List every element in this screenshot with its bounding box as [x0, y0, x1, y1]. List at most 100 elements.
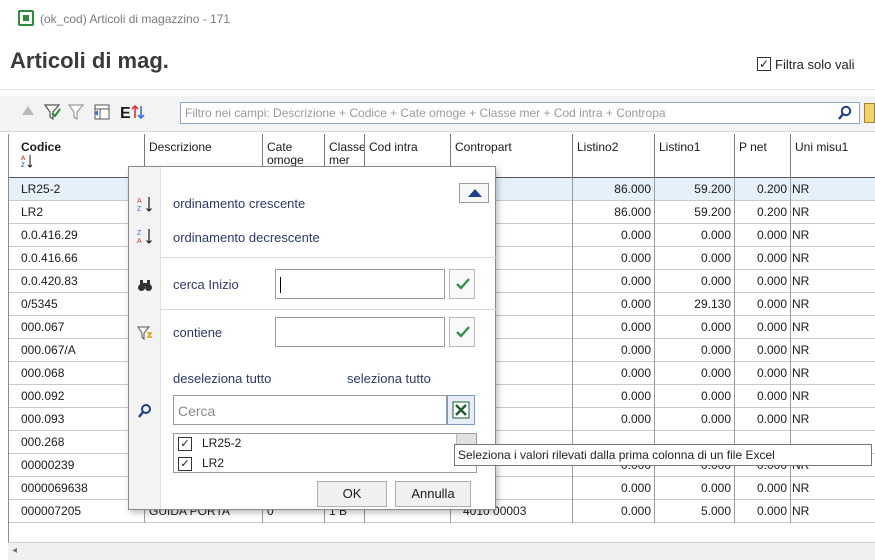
value-list[interactable]: ✓ LR25-2 ✓ LR2	[173, 433, 477, 473]
table-cell-l2[interactable]: 0.000	[573, 385, 655, 408]
table-cell-pnet[interactable]: 0.000	[735, 362, 791, 385]
table-cell-codice[interactable]: 000.093	[17, 408, 145, 431]
sort-descending-icon[interactable]: ZA	[137, 228, 153, 245]
table-cell-codice[interactable]: 0.0.416.29	[17, 224, 145, 247]
table-cell-l1[interactable]: 29.130	[655, 293, 735, 316]
table-cell-pnet[interactable]: 0.000	[735, 477, 791, 500]
table-cell-codice[interactable]: 000.268	[17, 431, 145, 454]
table-cell-l2[interactable]: 0.000	[573, 247, 655, 270]
table-cell-um[interactable]: NR	[791, 270, 875, 293]
table-cell-um[interactable]: NR	[791, 178, 875, 201]
column-header-codice[interactable]: Codice AZ	[17, 134, 145, 178]
deselect-all-link[interactable]: deseleziona tutto	[173, 371, 271, 386]
table-cell-um[interactable]: NR	[791, 224, 875, 247]
table-cell-codice[interactable]: LR25-2	[17, 178, 145, 201]
funnel-check-icon[interactable]	[42, 103, 62, 123]
column-header-p-net[interactable]: P net	[735, 134, 791, 178]
table-cell-codice[interactable]: 000.092	[17, 385, 145, 408]
value-search-input[interactable]: Cerca	[173, 395, 447, 425]
table-cell-um[interactable]: NR	[791, 408, 875, 431]
arrow-up-icon[interactable]	[18, 103, 38, 123]
table-cell-pnet[interactable]: 0.000	[735, 500, 791, 523]
table-cell-l1[interactable]: 59.200	[655, 178, 735, 201]
table-cell-pnet[interactable]: 0.000	[735, 293, 791, 316]
horizontal-scrollbar[interactable]: ◂	[8, 542, 875, 560]
table-cell-pnet[interactable]: 0.000	[735, 408, 791, 431]
search-start-input[interactable]	[275, 269, 445, 299]
table-cell-l2[interactable]: 0.000	[573, 316, 655, 339]
cancel-button[interactable]: Annulla	[395, 481, 471, 507]
search-icon[interactable]	[837, 105, 853, 121]
table-cell-um[interactable]: NR	[791, 339, 875, 362]
list-item[interactable]: ✓ LR2	[174, 454, 474, 472]
table-cell-l1[interactable]: 0.000	[655, 270, 735, 293]
table-cell-um[interactable]: NR	[791, 477, 875, 500]
table-cell-codice[interactable]: 0.0.416.66	[17, 247, 145, 270]
excel-sort-icon[interactable]: E	[118, 103, 152, 123]
table-cell-codice[interactable]: 0/5345	[17, 293, 145, 316]
table-cell-l2[interactable]: 86.000	[573, 178, 655, 201]
table-cell-codice[interactable]: 0.0.420.83	[17, 270, 145, 293]
table-cell-pnet[interactable]: 0.000	[735, 339, 791, 362]
table-cell-um[interactable]: NR	[791, 385, 875, 408]
table-cell-um[interactable]: NR	[791, 293, 875, 316]
table-cell-codice[interactable]: 00000239	[17, 454, 145, 477]
table-cell-l1[interactable]: 0.000	[655, 362, 735, 385]
field-filter-input[interactable]: Filtro nei campi: Descrizione + Codice +…	[180, 102, 860, 124]
table-cell-l2[interactable]: 0.000	[573, 362, 655, 385]
table-cell-codice[interactable]: 000.068	[17, 362, 145, 385]
table-cell-pnet[interactable]: 0.000	[735, 316, 791, 339]
table-cell-l1[interactable]: 59.200	[655, 201, 735, 224]
table-cell-codice[interactable]: 000007205	[17, 500, 145, 523]
columns-icon[interactable]	[92, 103, 112, 123]
table-cell-um[interactable]: NR	[791, 362, 875, 385]
table-cell-pnet[interactable]: 0.000	[735, 247, 791, 270]
contains-input[interactable]	[275, 317, 445, 347]
table-cell-pnet[interactable]: 0.200	[735, 178, 791, 201]
table-cell-l2[interactable]: 0.000	[573, 500, 655, 523]
table-cell-l2[interactable]: 0.000	[573, 339, 655, 362]
table-cell-um[interactable]: NR	[791, 500, 875, 523]
list-item[interactable]: ✓ LR25-2	[174, 434, 476, 454]
column-header-uni-misu1[interactable]: Uni misu1	[791, 134, 875, 178]
filter-only-checkbox[interactable]: ✓	[757, 57, 771, 71]
search-start-confirm-button[interactable]	[449, 269, 475, 299]
table-cell-codice[interactable]: LR2	[17, 201, 145, 224]
funnel-icon[interactable]	[66, 103, 86, 123]
table-cell-um[interactable]: NR	[791, 247, 875, 270]
value-checkbox[interactable]: ✓	[178, 457, 192, 471]
scroll-up-button[interactable]	[459, 183, 489, 203]
table-cell-l2[interactable]: 86.000	[573, 201, 655, 224]
table-cell-l2[interactable]: 0.000	[573, 270, 655, 293]
table-cell-l1[interactable]: 0.000	[655, 408, 735, 431]
table-cell-codice[interactable]: 000.067/A	[17, 339, 145, 362]
table-cell-pnet[interactable]: 0.000	[735, 385, 791, 408]
table-cell-l2[interactable]: 0.000	[573, 293, 655, 316]
table-cell-pnet[interactable]: 0.000	[735, 224, 791, 247]
table-cell-l2[interactable]: 0.000	[573, 224, 655, 247]
table-cell-um[interactable]: NR	[791, 316, 875, 339]
table-cell-l2[interactable]: 0.000	[573, 477, 655, 500]
table-cell-l1[interactable]: 0.000	[655, 339, 735, 362]
value-checkbox[interactable]: ✓	[178, 437, 192, 451]
table-cell-l1[interactable]: 0.000	[655, 316, 735, 339]
table-cell-codice[interactable]: 0000069638	[17, 477, 145, 500]
table-cell-l1[interactable]: 0.000	[655, 477, 735, 500]
sort-ascending-icon[interactable]: AZ	[137, 196, 153, 213]
table-cell-l1[interactable]: 5.000	[655, 500, 735, 523]
column-header-listino2[interactable]: Listino2	[573, 134, 655, 178]
table-cell-pnet[interactable]: 0.200	[735, 201, 791, 224]
excel-import-button[interactable]	[447, 395, 475, 425]
contains-confirm-button[interactable]	[449, 317, 475, 347]
ok-button[interactable]: OK	[317, 481, 387, 507]
table-cell-um[interactable]: NR	[791, 201, 875, 224]
sort-ascending-option[interactable]: ordinamento crescente	[173, 196, 305, 211]
table-cell-codice[interactable]: 000.067	[17, 316, 145, 339]
table-cell-l2[interactable]: 0.000	[573, 408, 655, 431]
table-cell-pnet[interactable]: 0.000	[735, 270, 791, 293]
table-cell-l1[interactable]: 0.000	[655, 224, 735, 247]
scroll-left-icon[interactable]: ◂	[12, 545, 17, 556]
column-header-listino1[interactable]: Listino1	[655, 134, 735, 178]
folder-icon[interactable]	[864, 103, 875, 123]
sort-descending-option[interactable]: ordinamento decrescente	[173, 230, 320, 245]
